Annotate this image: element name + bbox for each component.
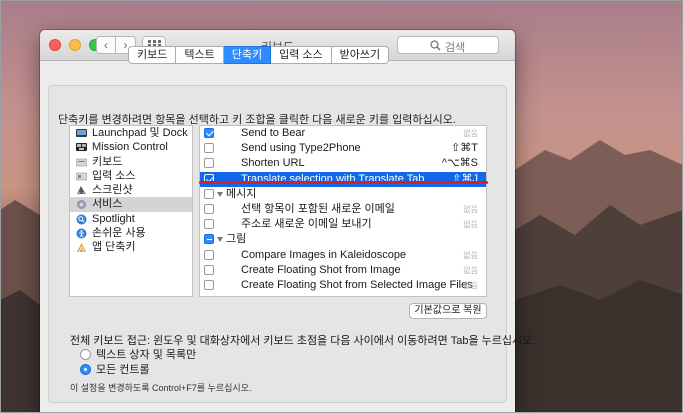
control-f7-note: 이 설정을 변경하도록 Control+F7를 누르십시오. [70, 383, 252, 393]
keyboard-icon [75, 157, 88, 167]
shortcut-row-translate-selection[interactable]: Translate selection with Translate Tab ⇧… [200, 171, 486, 187]
launchpad-icon [76, 128, 87, 138]
shortcut-key[interactable]: ^⌥⌘S [442, 156, 478, 171]
app-shortcuts-icon [76, 242, 87, 253]
disclosure-triangle-icon[interactable] [217, 191, 223, 197]
shortcuts-list: Send to Bear 없음 Send using Type2Phone ⇧⌘… [199, 125, 487, 297]
category-keyboard[interactable]: 키보드 [70, 155, 192, 169]
enable-checkbox[interactable] [204, 264, 214, 275]
group-row-messages[interactable]: 메시지 [200, 187, 486, 202]
screenshot-icon [76, 185, 87, 195]
mission-control-icon [76, 142, 87, 152]
enable-checkbox[interactable] [204, 219, 214, 230]
shortcut-row-new-email-with-selection[interactable]: 선택 항목이 포함된 새로운 이메일 없음 [200, 202, 486, 217]
tab-keyboard[interactable]: 키보드 [128, 46, 177, 64]
accessibility-icon [76, 228, 87, 239]
shortcut-row-new-email-to-address[interactable]: 주소로 새로운 이메일 보내기 없음 [200, 217, 486, 232]
category-services[interactable]: 서비스 [70, 197, 192, 212]
tab-dictation[interactable]: 받아쓰기 [331, 46, 390, 64]
shortcut-row-type2phone[interactable]: Send using Type2Phone ⇧⌘T [200, 141, 486, 156]
category-spotlight[interactable]: Spotlight [70, 212, 192, 226]
shortcut-row-floating-shot-files[interactable]: Create Floating Shot from Selected Image… [200, 278, 486, 293]
disclosure-triangle-icon[interactable] [217, 237, 223, 243]
shortcut-key[interactable]: 없음 [463, 202, 478, 217]
spotlight-icon [76, 214, 87, 225]
shortcut-row-compare-images[interactable]: Compare Images in Kaleidoscope 없음 [200, 248, 486, 263]
search-field[interactable]: 검색 [397, 36, 499, 54]
shortcut-key[interactable]: ⇧⌘T [451, 141, 478, 156]
tab-shortcuts[interactable]: 단축키 [223, 46, 272, 64]
shortcut-key[interactable]: ⇧⌘J [452, 172, 478, 187]
full-keyboard-access-label: 전체 키보드 접근: 윈도우 및 대화상자에서 키보드 초점을 다음 사이에서 … [70, 335, 536, 347]
category-list: Launchpad 및 Dock Mission Control 키보드 입력 … [69, 125, 193, 297]
annotation-underline [199, 181, 488, 184]
enable-checkbox[interactable] [204, 158, 214, 169]
enable-checkbox[interactable] [204, 203, 214, 214]
shortcut-row-send-to-bear[interactable]: Send to Bear 없음 [200, 126, 486, 141]
radio-button[interactable] [80, 364, 91, 375]
shortcut-key[interactable]: 없음 [463, 263, 478, 278]
category-accessibility[interactable]: 손쉬운 사용 [70, 226, 192, 240]
category-launchpad[interactable]: Launchpad 및 Dock [70, 126, 192, 140]
group-checkbox[interactable] [204, 188, 214, 199]
category-app-shortcuts[interactable]: 앱 단축키 [70, 240, 192, 254]
enable-checkbox[interactable] [204, 249, 214, 260]
services-gear-icon [76, 199, 87, 210]
category-screenshots[interactable]: 스크린샷 [70, 183, 192, 197]
tab-bar: 키보드 텍스트 단축키 입력 소스 받아쓰기 [128, 46, 390, 64]
search-icon [430, 40, 441, 51]
tab-text[interactable]: 텍스트 [176, 46, 224, 64]
enable-checkbox[interactable] [204, 128, 214, 138]
restore-defaults-button[interactable]: 기본값으로 복원 [409, 303, 487, 319]
radio-button[interactable] [80, 349, 91, 360]
shortcut-key[interactable]: 없음 [463, 278, 478, 293]
category-mission-control[interactable]: Mission Control [70, 140, 192, 154]
shortcut-row-shorten-url[interactable]: Shorten URL ^⌥⌘S [200, 156, 486, 171]
enable-checkbox[interactable] [204, 143, 214, 154]
shortcut-key[interactable]: 없음 [463, 217, 478, 232]
shortcut-row-floating-shot-image[interactable]: Create Floating Shot from Image 없음 [200, 263, 486, 278]
group-checkbox[interactable] [204, 234, 214, 245]
shortcut-key[interactable]: 없음 [463, 126, 478, 141]
search-placeholder: 검색 [445, 42, 466, 54]
tab-input-sources[interactable]: 입력 소스 [271, 46, 332, 64]
category-input-sources[interactable]: 입력 소스 [70, 169, 192, 183]
group-row-pictures[interactable]: 그림 [200, 232, 486, 247]
shortcut-key[interactable]: 없음 [463, 248, 478, 263]
input-source-icon [75, 171, 88, 181]
enable-checkbox[interactable] [204, 279, 214, 290]
